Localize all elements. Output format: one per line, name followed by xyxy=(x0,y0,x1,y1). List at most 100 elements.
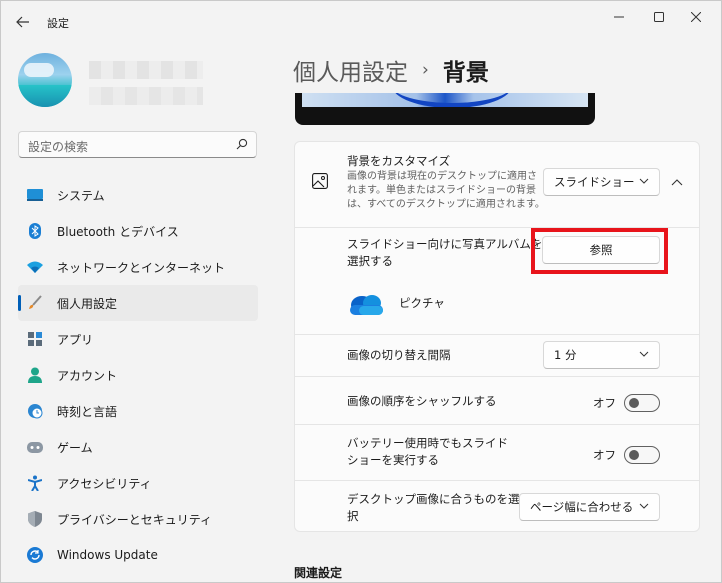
album-folder-name: ピクチャ xyxy=(399,296,445,310)
sidebar-item-network[interactable]: ネットワークとインターネット xyxy=(18,249,258,285)
sidebar-nav: システム Bluetooth とデバイス ネットワークとインターネット 個人用設… xyxy=(18,177,258,573)
battery-state: オフ xyxy=(593,448,616,462)
search-icon xyxy=(236,138,248,150)
battery-label: バッテリー使用時でもスライド ショーを実行する xyxy=(347,435,508,469)
gamepad-icon xyxy=(26,438,44,456)
arrow-left-icon xyxy=(16,16,29,28)
sidebar-item-accounts[interactable]: アカウント xyxy=(18,357,258,393)
back-button[interactable] xyxy=(11,10,35,34)
battery-label-line-1: バッテリー使用時でもスライド xyxy=(347,436,508,450)
brush-icon xyxy=(26,294,44,312)
page-title: 背景 xyxy=(442,60,489,86)
profile-name-redacted xyxy=(89,61,203,79)
onedrive-cloud-icon xyxy=(350,295,383,315)
bluetooth-icon xyxy=(26,222,44,240)
customize-background-text: 背景をカスタマイズ 画像の背景は現在のデスクトップに適用さ れます。単色またはス… xyxy=(347,153,545,212)
app-title: 設定 xyxy=(47,17,69,30)
close-icon xyxy=(691,12,701,22)
sidebar-item-gaming[interactable]: ゲーム xyxy=(18,429,258,465)
sidebar-item-label: システム xyxy=(57,188,105,203)
fit-label-line-2: 択 xyxy=(347,509,359,523)
battery-slideshow-row: バッテリー使用時でもスライド ショーを実行する オフ xyxy=(295,424,699,480)
related-settings-heading: 関連設定 xyxy=(294,566,343,580)
sidebar-item-label: ネットワークとインターネット xyxy=(57,260,226,275)
fit-label-line-1: デスクトップ画像に合うものを選 xyxy=(347,492,520,506)
customize-background-desc-2: れます。単色またはスライドショーの背景 xyxy=(347,185,536,196)
customize-background-desc-1: 画像の背景は現在のデスクトップに適用さ xyxy=(347,171,537,182)
interval-dropdown[interactable]: 1 分 xyxy=(543,341,660,369)
shield-icon xyxy=(26,510,44,528)
close-button[interactable] xyxy=(681,7,711,27)
slideshow-interval-row: 画像の切り替え間隔 1 分 xyxy=(295,334,699,376)
battery-label-line-2: ショーを実行する xyxy=(347,453,439,467)
sidebar-item-bluetooth[interactable]: Bluetooth とデバイス xyxy=(18,213,258,249)
browse-highlight-box xyxy=(531,228,668,274)
search-placeholder: 設定の検索 xyxy=(28,140,89,154)
fit-label: デスクトップ画像に合うものを選 択 xyxy=(347,491,520,525)
customize-background-row: 背景をカスタマイズ 画像の背景は現在のデスクトップに適用さ れます。単色またはス… xyxy=(295,142,699,227)
chevron-down-icon xyxy=(639,178,649,184)
shuffle-row: 画像の順序をシャッフルする オフ xyxy=(295,376,699,424)
apps-icon xyxy=(26,330,44,348)
sidebar-item-label: Bluetooth とデバイス xyxy=(57,224,179,239)
fit-row: デスクトップ画像に合うものを選 択 ページ幅に合わせる xyxy=(295,480,699,532)
background-settings-card: 背景をカスタマイズ 画像の背景は現在のデスクトップに適用さ れます。単色またはス… xyxy=(294,141,700,532)
chevron-down-icon xyxy=(639,351,649,357)
sidebar-item-label: アクセシビリティ xyxy=(57,476,152,491)
sidebar-item-label: アプリ xyxy=(57,332,94,347)
album-label-line-1: スライドショー向けに写真アルバムを xyxy=(347,237,543,251)
update-icon xyxy=(26,546,44,564)
sidebar-item-time-language[interactable]: 時刻と言語 xyxy=(18,393,258,429)
shuffle-state: オフ xyxy=(593,396,616,410)
monitor-icon xyxy=(26,186,44,204)
toggle-knob xyxy=(629,398,639,408)
sidebar-item-system[interactable]: システム xyxy=(18,177,258,213)
shuffle-label: 画像の順序をシャッフルする xyxy=(347,394,497,408)
sidebar-item-accessibility[interactable]: アクセシビリティ xyxy=(18,465,258,501)
desktop-preview xyxy=(295,93,595,125)
person-icon xyxy=(26,366,44,384)
maximize-icon xyxy=(654,12,664,22)
background-type-dropdown[interactable]: スライドショー xyxy=(543,168,660,196)
battery-toggle[interactable] xyxy=(624,446,660,464)
chevron-up-icon[interactable] xyxy=(671,178,683,186)
sidebar-item-label: 時刻と言語 xyxy=(57,404,118,419)
title-bar: 設定 xyxy=(1,1,721,41)
interval-value: 1 分 xyxy=(554,348,577,362)
sidebar-item-windows-update[interactable]: Windows Update xyxy=(18,537,258,573)
avatar[interactable] xyxy=(18,53,72,107)
shuffle-toggle[interactable] xyxy=(624,394,660,412)
sidebar-item-label: 個人用設定 xyxy=(57,296,118,311)
fit-dropdown[interactable]: ページ幅に合わせる xyxy=(519,493,660,521)
wallpaper-preview-image xyxy=(302,93,588,107)
toggle-knob xyxy=(629,450,639,460)
sidebar-item-label: アカウント xyxy=(57,368,118,383)
breadcrumb-separator: › xyxy=(422,60,429,80)
clock-globe-icon xyxy=(26,402,44,420)
customize-background-title: 背景をカスタマイズ xyxy=(347,154,451,168)
fit-value: ページ幅に合わせる xyxy=(530,500,634,514)
breadcrumb: 個人用設定 › 背景 xyxy=(293,53,489,87)
sidebar-item-apps[interactable]: アプリ xyxy=(18,321,258,357)
image-icon xyxy=(312,173,328,189)
sidebar-item-personalization[interactable]: 個人用設定 xyxy=(18,285,258,321)
sidebar-item-label: プライバシーとセキュリティ xyxy=(57,512,213,527)
chevron-down-icon xyxy=(639,503,649,509)
profile-email-redacted xyxy=(89,87,203,105)
sidebar-item-label: ゲーム xyxy=(57,440,93,455)
avatar-cloud xyxy=(24,63,54,77)
minimize-button[interactable] xyxy=(604,7,634,27)
maximize-button[interactable] xyxy=(644,7,674,27)
accessibility-icon xyxy=(26,474,44,492)
sidebar-item-privacy[interactable]: プライバシーとセキュリティ xyxy=(18,501,258,537)
interval-label: 画像の切り替え間隔 xyxy=(347,348,451,362)
avatar-sea xyxy=(18,85,72,107)
wifi-icon xyxy=(26,258,44,276)
settings-window: 設定 設定の検索 システム Bluetooth とデバイス ネットワークとインタ… xyxy=(0,0,722,583)
background-type-value: スライドショー xyxy=(554,175,635,189)
album-label: スライドショー向けに写真アルバムを 選択する xyxy=(347,236,542,270)
breadcrumb-parent[interactable]: 個人用設定 xyxy=(293,53,408,87)
search-input[interactable]: 設定の検索 xyxy=(18,131,257,158)
album-label-line-2: 選択する xyxy=(347,254,393,268)
sidebar-item-label: Windows Update xyxy=(57,548,158,562)
